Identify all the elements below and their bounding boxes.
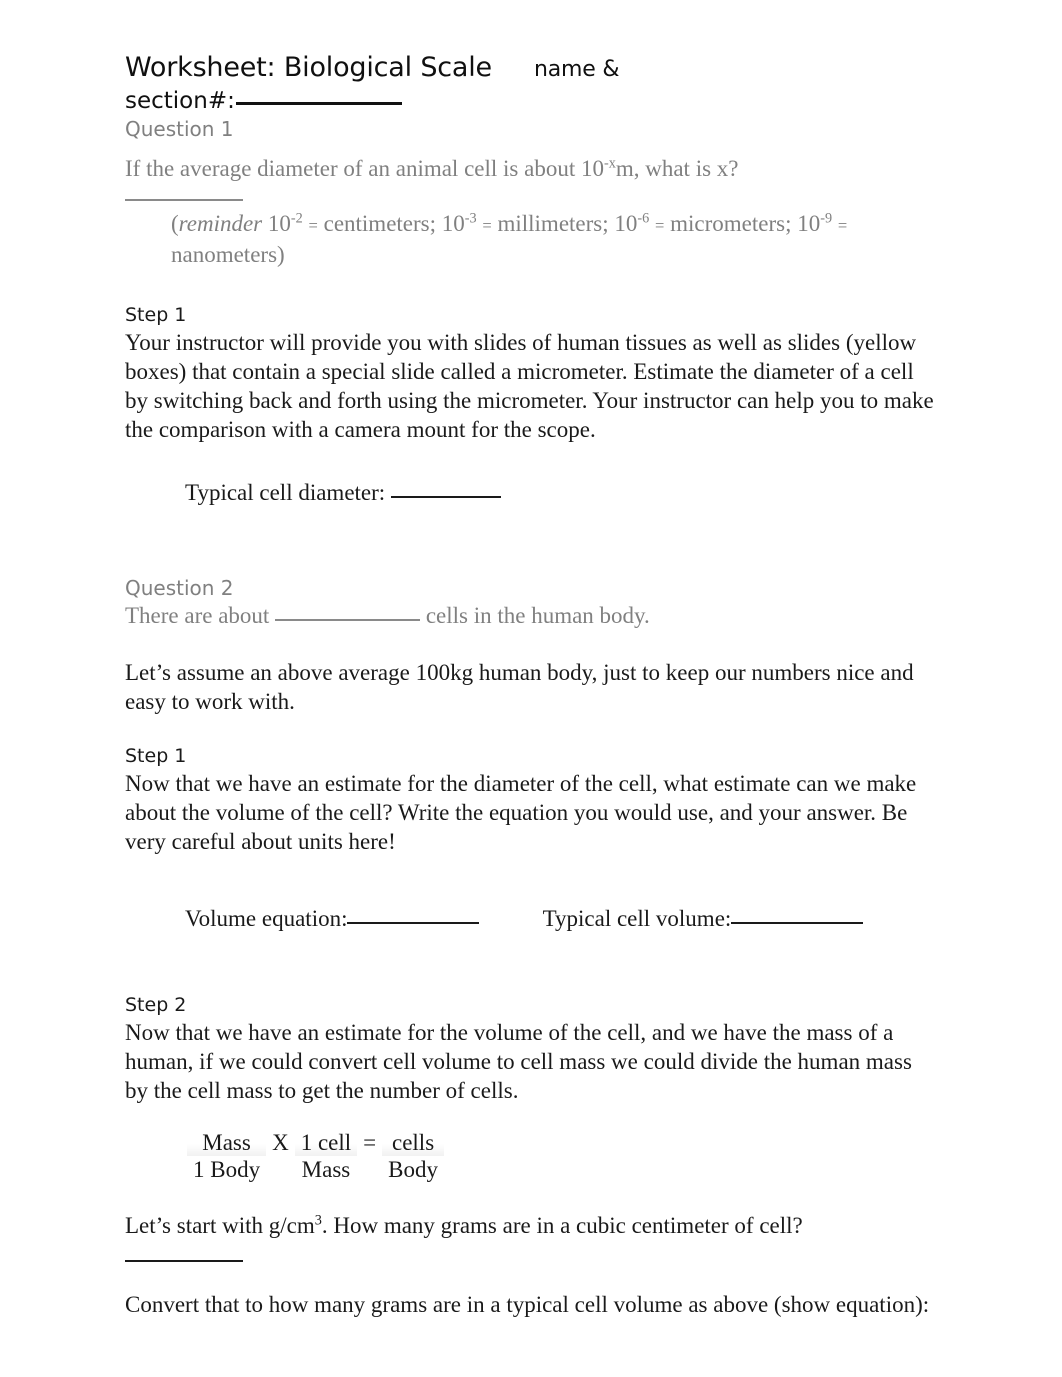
convert-question: Convert that to how many grams are in a …	[125, 1292, 930, 1317]
equation-denominator-row: 1 Body Mass Body	[187, 1156, 444, 1183]
question-1-step-1-heading: Step 1	[125, 304, 187, 326]
grams-question-exponent: 3	[314, 1212, 322, 1229]
typical-cell-volume-label: Typical cell volume:	[542, 906, 732, 931]
question-2-heading: Question 2	[125, 576, 234, 600]
typical-cell-volume-blank[interactable]	[731, 922, 864, 924]
reminder-base-2: 10	[441, 211, 465, 236]
worksheet-page: Worksheet: Biological Scale name & sectio…	[0, 0, 1062, 1377]
question-2-step-1-heading: Step 1	[125, 745, 187, 767]
denominator-one-body: 1 Body	[193, 1157, 261, 1182]
question-1-step-1-body: Your instructor will provide you with sl…	[125, 330, 934, 442]
operator-multiply: X	[272, 1130, 289, 1155]
reminder-equals-2: =	[482, 216, 492, 235]
operator-equals: =	[363, 1130, 377, 1155]
reminder-exp-1: -2	[290, 210, 303, 227]
grams-question-after: . How many grams are in a cubic centimet…	[321, 1213, 803, 1238]
volume-equation-blank[interactable]	[347, 922, 480, 924]
section-number-row: section#:	[125, 86, 940, 116]
equation-numerator-row: Mass X 1 cell = cells	[187, 1129, 444, 1156]
reminder-italic-word: reminder	[178, 211, 263, 236]
question-2-step-2-body: Now that we have an estimate for the vol…	[125, 1020, 912, 1103]
volume-equation-label: Volume equation:	[185, 906, 348, 931]
denominator-spacer-2	[357, 1156, 382, 1183]
reminder-exp-3: -6	[637, 210, 650, 227]
question-1-heading: Question 1	[125, 117, 234, 141]
reminder-equals-4: =	[837, 216, 848, 235]
reminder-exp-2: -3	[464, 210, 477, 227]
document-content: Worksheet: Biological Scale name & sectio…	[125, 52, 940, 1319]
question-2-answer-blank[interactable]	[275, 619, 421, 621]
question-1-prompt-after: m, what is x?	[615, 156, 739, 181]
typical-cell-diameter-row: Typical cell diameter:	[125, 478, 940, 507]
reminder-open-paren: (	[171, 211, 179, 236]
question-2-prompt: There are about cells in the human body.	[125, 601, 940, 630]
document-title-row: Worksheet: Biological Scale name &	[125, 52, 940, 86]
section-number-blank[interactable]	[235, 102, 402, 105]
typical-cell-diameter-label: Typical cell diameter:	[185, 480, 386, 505]
typical-cell-diameter-blank[interactable]	[390, 496, 501, 498]
reminder-unit-1: centimeters;	[323, 211, 437, 236]
grams-question-before: Let’s start with g/cm	[125, 1213, 315, 1238]
question-1-reminder: (reminder 10-2 = centimeters; 10-3 = mil…	[125, 209, 940, 269]
question-1-exponent: -x	[603, 155, 616, 172]
grams-question: Let’s start with g/cm3. How many grams a…	[125, 1211, 940, 1240]
reminder-base-3: 10	[614, 211, 638, 236]
reminder-equals-3: =	[655, 216, 665, 235]
reminder-unit-2: millimeters;	[497, 211, 609, 236]
volume-answers-row: Volume equation: Typical cell volume:	[125, 904, 940, 933]
question-2-assumption: Let’s assume an above average 100kg huma…	[125, 660, 914, 714]
reminder-base-1: 10	[267, 211, 291, 236]
denominator-body: Body	[388, 1157, 438, 1182]
question-1-prompt-before: If the average diameter of an animal cel…	[125, 156, 604, 181]
question-1-prompt: If the average diameter of an animal cel…	[125, 154, 940, 183]
numerator-cells: cells	[382, 1129, 444, 1156]
page-title: Worksheet: Biological Scale	[125, 52, 492, 83]
name-label: name &	[533, 57, 620, 82]
section-number-label: section#:	[125, 88, 235, 114]
question-2-prompt-before: There are about	[125, 603, 270, 628]
reminder-unit-3: micrometers;	[670, 211, 792, 236]
reminder-base-4: 10	[797, 211, 821, 236]
mass-conversion-equation: Mass X 1 cell = cells 1 Body Mass Body	[187, 1129, 444, 1183]
reminder-exp-4: -9	[820, 210, 833, 227]
reminder-unit-4: nanometers)	[171, 242, 285, 267]
numerator-one-cell: 1 cell	[294, 1129, 358, 1156]
question-2-step-1-body: Now that we have an estimate for the dia…	[125, 771, 917, 854]
reminder-equals-1: =	[308, 216, 318, 235]
question-2-prompt-after: cells in the human body.	[425, 603, 650, 628]
denominator-mass: Mass	[301, 1157, 351, 1182]
numerator-mass: Mass	[187, 1129, 267, 1156]
denominator-spacer-1	[266, 1156, 295, 1183]
question-2-step-2-heading: Step 2	[125, 994, 187, 1016]
